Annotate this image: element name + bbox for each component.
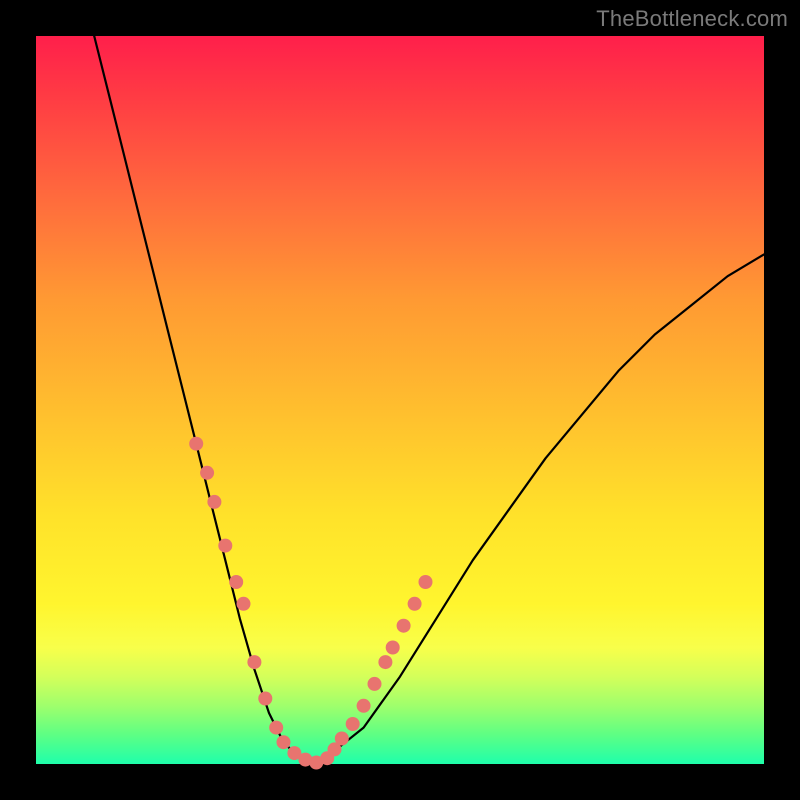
chart-frame: TheBottleneck.com xyxy=(0,0,800,800)
bottleneck-curve xyxy=(94,36,764,764)
data-point xyxy=(237,597,251,611)
plot-area xyxy=(36,36,764,764)
data-point xyxy=(335,732,349,746)
data-point xyxy=(386,641,400,655)
data-point xyxy=(357,699,371,713)
watermark-text: TheBottleneck.com xyxy=(596,6,788,32)
data-point xyxy=(419,575,433,589)
data-point-markers xyxy=(189,437,432,770)
data-point xyxy=(229,575,243,589)
data-point xyxy=(258,692,272,706)
data-point xyxy=(200,466,214,480)
data-point xyxy=(247,655,261,669)
data-point xyxy=(218,539,232,553)
data-point xyxy=(397,619,411,633)
data-point xyxy=(368,677,382,691)
curve-svg xyxy=(36,36,764,764)
data-point xyxy=(207,495,221,509)
data-point xyxy=(269,721,283,735)
data-point xyxy=(346,717,360,731)
data-point xyxy=(378,655,392,669)
data-point xyxy=(189,437,203,451)
data-point xyxy=(408,597,422,611)
data-point xyxy=(277,735,291,749)
